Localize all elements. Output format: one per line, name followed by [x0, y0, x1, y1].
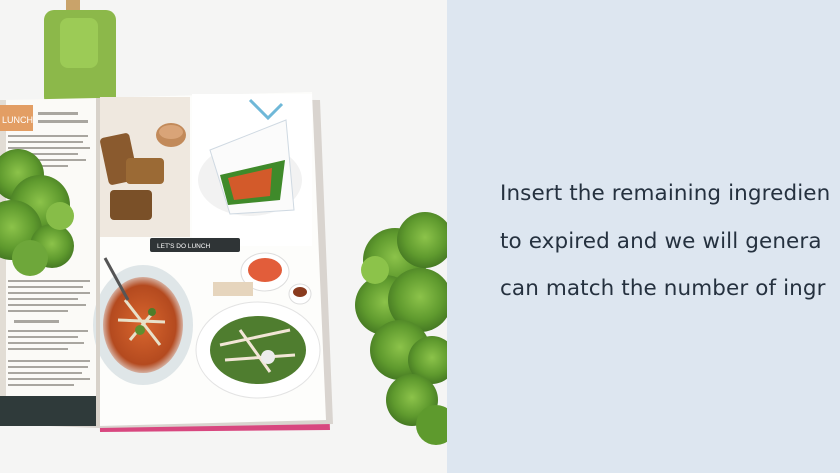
- section-tag: LUNCH: [2, 115, 33, 125]
- hero-image: LUNCH LET'S DO LUNCH: [0, 0, 447, 473]
- text-panel: Insert the remaining ingredien to expire…: [447, 0, 840, 473]
- spatula-icon: [44, 0, 116, 107]
- banner-label: LET'S DO LUNCH: [157, 243, 211, 250]
- lead-line-1: Insert the remaining ingredien: [500, 181, 831, 206]
- lead-line-2: to expired and we will genera: [500, 228, 822, 254]
- magazine-photo: LUNCH LET'S DO LUNCH: [0, 0, 447, 473]
- lead-line-3: can match the number of ingr: [500, 276, 826, 301]
- lead-text: Insert the remaining ingredien to expire…: [500, 170, 830, 313]
